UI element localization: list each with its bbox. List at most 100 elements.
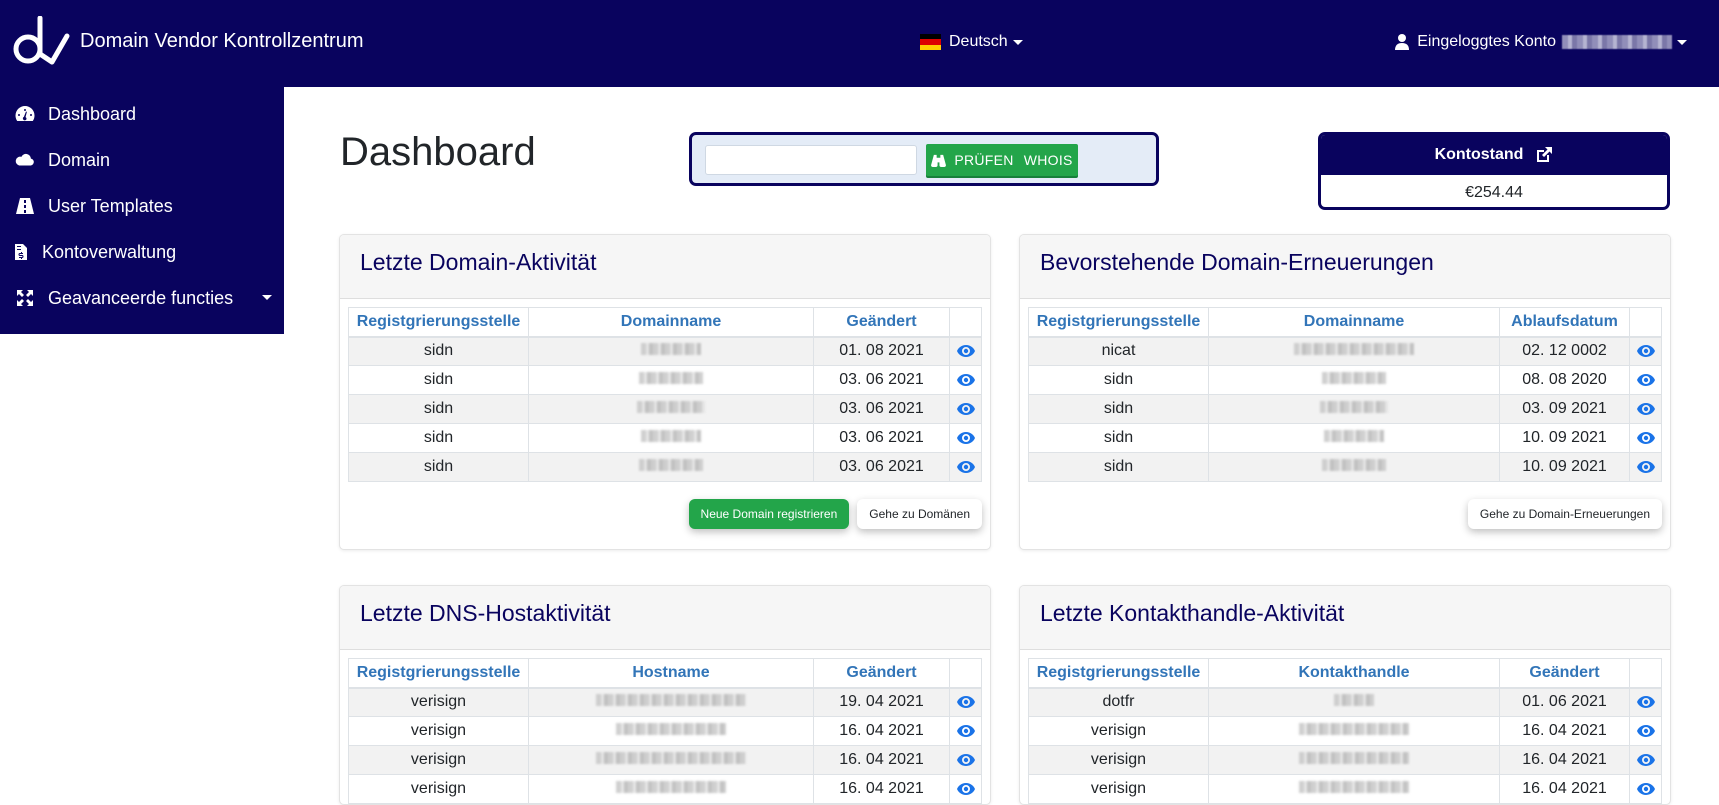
view-button[interactable]: [949, 394, 982, 424]
view-button[interactable]: [1629, 687, 1662, 717]
table-row[interactable]: sidn 03. 09 2021: [1028, 394, 1662, 424]
view-button[interactable]: [949, 336, 982, 366]
name-cell-redacted[interactable]: [528, 687, 814, 717]
column-header[interactable]: Geändert: [813, 307, 950, 338]
view-button[interactable]: [949, 687, 982, 717]
caret-down-icon[interactable]: [262, 295, 272, 300]
table-row[interactable]: sidn 03. 06 2021: [348, 365, 982, 395]
name-cell-redacted[interactable]: [528, 745, 814, 775]
eye-icon[interactable]: [1636, 722, 1655, 739]
table-row[interactable]: verisign 16. 04 2021: [1028, 774, 1662, 804]
view-button[interactable]: [949, 716, 982, 746]
eye-icon[interactable]: [1636, 693, 1655, 710]
eye-icon[interactable]: [1636, 780, 1655, 797]
brand[interactable]: Domain Vendor Kontrollzentrum: [12, 16, 363, 66]
eye-icon[interactable]: [956, 693, 975, 710]
name-cell-redacted[interactable]: [528, 423, 814, 453]
view-button[interactable]: [1629, 365, 1662, 395]
table-row[interactable]: verisign 19. 04 2021: [348, 687, 982, 717]
view-button[interactable]: [949, 745, 982, 775]
view-button[interactable]: [1629, 423, 1662, 453]
view-button[interactable]: [949, 423, 982, 453]
account-dropdown[interactable]: Eingeloggtes Konto: [1395, 33, 1687, 51]
column-header[interactable]: Ablaufsdatum: [1499, 307, 1630, 338]
go-to-renewals-button[interactable]: Gehe zu Domain-Erneuerungen: [1467, 499, 1662, 529]
domain-search-input[interactable]: [705, 145, 917, 175]
view-button[interactable]: [1629, 452, 1662, 482]
view-button[interactable]: [1629, 394, 1662, 424]
column-header[interactable]: Kontakthandle: [1208, 658, 1500, 689]
whois-check-button[interactable]: PRÜFEN WHOIS: [926, 144, 1078, 176]
name-cell-redacted[interactable]: [528, 452, 814, 482]
view-button[interactable]: [1629, 774, 1662, 804]
column-header[interactable]: Registgrierungsstelle: [1028, 307, 1209, 338]
view-button[interactable]: [1629, 716, 1662, 746]
view-button[interactable]: [949, 452, 982, 482]
eye-icon[interactable]: [956, 371, 975, 388]
language-dropdown[interactable]: Deutsch: [920, 33, 1023, 51]
column-header[interactable]: Registgrierungsstelle: [348, 658, 529, 689]
register-new-domain-button[interactable]: Neue Domain registrieren: [688, 499, 850, 529]
eye-icon[interactable]: [956, 400, 975, 417]
table-row[interactable]: sidn 10. 09 2021: [1028, 452, 1662, 482]
column-header[interactable]: Registgrierungsstelle: [348, 307, 529, 338]
column-header[interactable]: Domainname: [1208, 307, 1500, 338]
name-cell-redacted[interactable]: [1208, 452, 1500, 482]
column-header[interactable]: Hostname: [528, 658, 814, 689]
eye-icon[interactable]: [1636, 751, 1655, 768]
eye-icon[interactable]: [956, 429, 975, 446]
eye-icon[interactable]: [956, 780, 975, 797]
column-header[interactable]: Geändert: [1499, 658, 1630, 689]
name-cell-redacted[interactable]: [1208, 394, 1500, 424]
table-row[interactable]: verisign 16. 04 2021: [1028, 716, 1662, 746]
eye-icon[interactable]: [1636, 371, 1655, 388]
table-row[interactable]: verisign 16. 04 2021: [1028, 745, 1662, 775]
eye-icon[interactable]: [956, 458, 975, 475]
eye-icon[interactable]: [1636, 342, 1655, 359]
name-cell-redacted[interactable]: [1208, 687, 1500, 717]
name-cell-redacted[interactable]: [1208, 774, 1500, 804]
table-row[interactable]: sidn 08. 08 2020: [1028, 365, 1662, 395]
name-cell-redacted[interactable]: [528, 394, 814, 424]
sidebar-item-user-templates[interactable]: User Templates: [0, 183, 284, 229]
eye-icon[interactable]: [956, 722, 975, 739]
name-cell-redacted[interactable]: [1208, 423, 1500, 453]
table-row[interactable]: sidn 10. 09 2021: [1028, 423, 1662, 453]
table-row[interactable]: verisign 16. 04 2021: [348, 716, 982, 746]
name-cell-redacted[interactable]: [528, 336, 814, 366]
name-cell-redacted[interactable]: [528, 774, 814, 804]
name-cell-redacted[interactable]: [528, 365, 814, 395]
name-cell-redacted[interactable]: [1208, 716, 1500, 746]
view-button[interactable]: [1629, 745, 1662, 775]
name-cell-redacted[interactable]: [1208, 745, 1500, 775]
table-row[interactable]: verisign 16. 04 2021: [348, 745, 982, 775]
table-row[interactable]: verisign 16. 04 2021: [348, 774, 982, 804]
name-cell-redacted[interactable]: [528, 716, 814, 746]
registry-cell: verisign: [1028, 774, 1209, 804]
go-to-domains-button[interactable]: Gehe zu Domänen: [857, 499, 982, 529]
eye-icon[interactable]: [956, 342, 975, 359]
eye-icon[interactable]: [1636, 458, 1655, 475]
name-cell-redacted[interactable]: [1208, 336, 1500, 366]
table-row[interactable]: dotfr 01. 06 2021: [1028, 687, 1662, 717]
view-button[interactable]: [1629, 336, 1662, 366]
sidebar-item-advanced-functions[interactable]: Geavanceerde functies: [0, 275, 284, 321]
sidebar-item-kontoverwaltung[interactable]: Kontoverwaltung: [0, 229, 284, 275]
name-cell-redacted[interactable]: [1208, 365, 1500, 395]
column-header[interactable]: Registgrierungsstelle: [1028, 658, 1209, 689]
table-row[interactable]: sidn 03. 06 2021: [348, 423, 982, 453]
external-link-icon[interactable]: [1535, 146, 1553, 164]
table-row[interactable]: sidn 01. 08 2021: [348, 336, 982, 366]
column-header[interactable]: Domainname: [528, 307, 814, 338]
table-row[interactable]: nicat 02. 12 0002: [1028, 336, 1662, 366]
view-button[interactable]: [949, 365, 982, 395]
eye-icon[interactable]: [1636, 400, 1655, 417]
eye-icon[interactable]: [1636, 429, 1655, 446]
table-row[interactable]: sidn 03. 06 2021: [348, 452, 982, 482]
sidebar-item-domain[interactable]: Domain: [0, 137, 284, 183]
sidebar-item-dashboard[interactable]: Dashboard: [0, 91, 284, 137]
table-row[interactable]: sidn 03. 06 2021: [348, 394, 982, 424]
eye-icon[interactable]: [956, 751, 975, 768]
column-header[interactable]: Geändert: [813, 658, 950, 689]
view-button[interactable]: [949, 774, 982, 804]
